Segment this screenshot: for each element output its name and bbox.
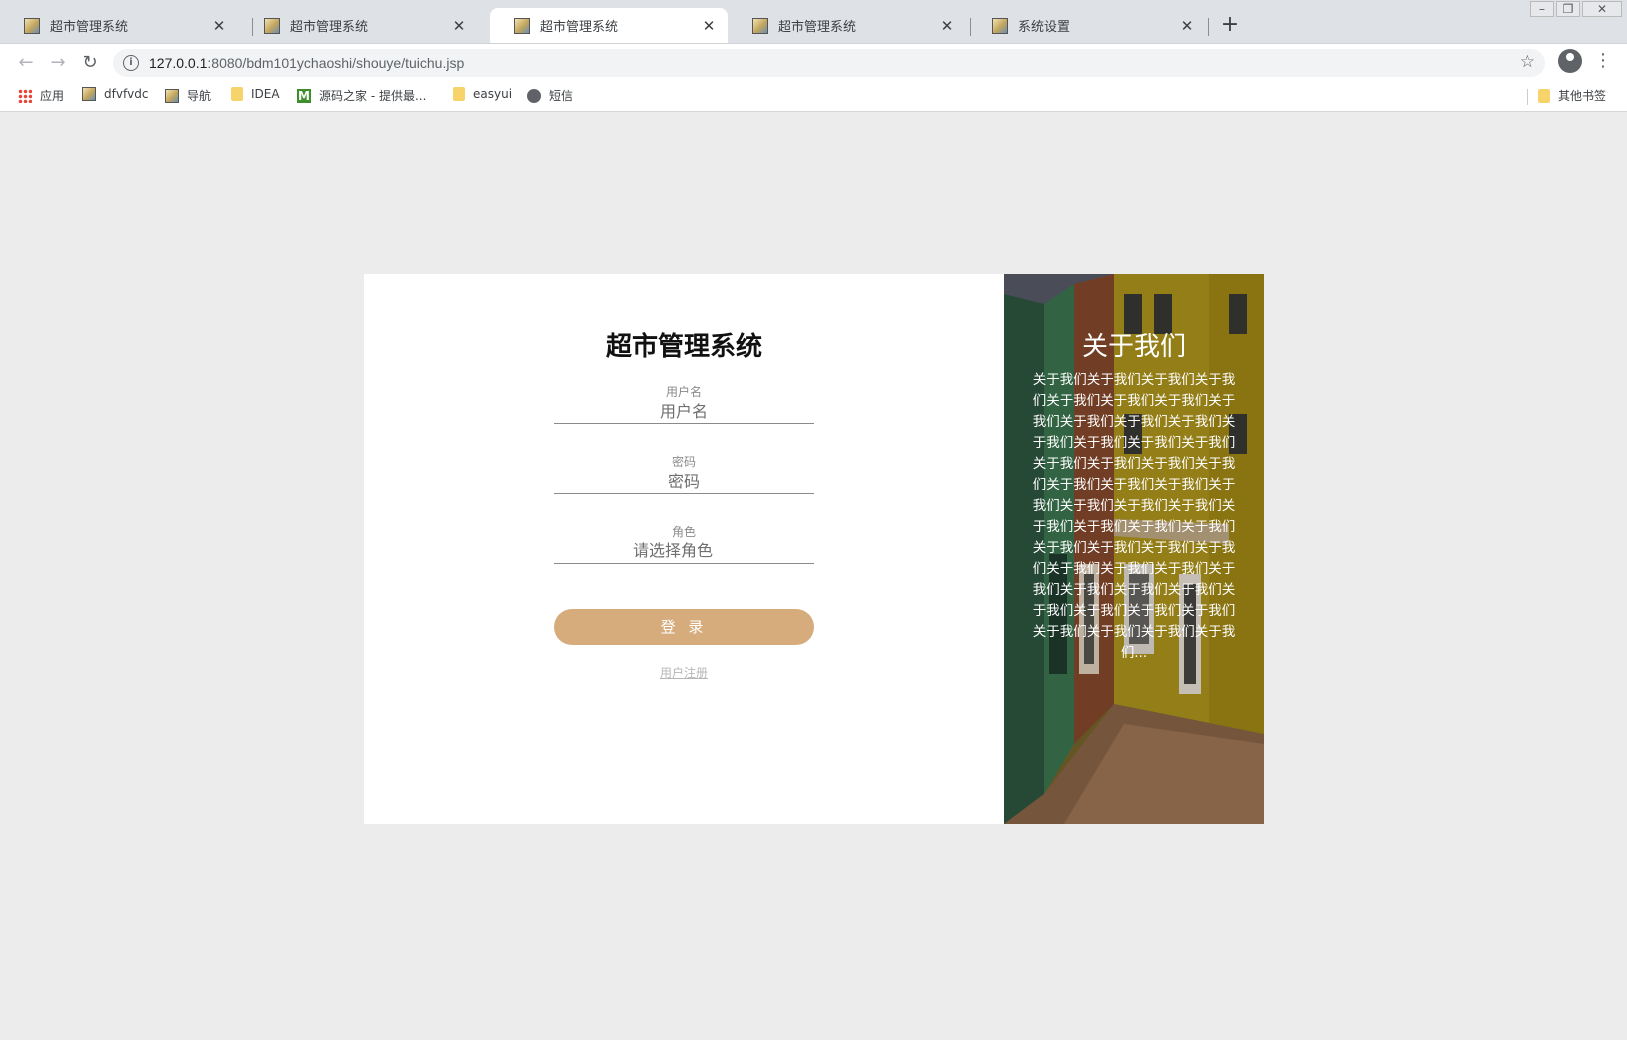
globe-icon — [527, 88, 541, 103]
bookmark-label: 应用 — [40, 89, 65, 103]
page-favicon-icon — [514, 17, 530, 34]
page-favicon-icon — [24, 17, 40, 34]
restore-icon[interactable]: ❐ — [1556, 1, 1580, 17]
role-label: 角色 — [671, 525, 696, 539]
bookmark-item[interactable]: M 源码之家 - 提供最... — [297, 87, 426, 104]
folder-icon — [453, 87, 465, 101]
bookmark-label: IDEA — [251, 87, 280, 101]
browser-tab-active[interactable]: 超市管理系统 ✕ — [490, 8, 728, 43]
folder-icon — [231, 87, 243, 101]
url-text[interactable]: 127.0.0.1:8080/bdm101ychaoshi/shouye/tui… — [149, 55, 464, 71]
close-icon[interactable]: ✕ — [698, 17, 720, 35]
tab-divider — [1208, 18, 1209, 36]
tab-title: 超市管理系统 — [778, 20, 857, 35]
page-favicon-icon — [752, 17, 768, 34]
address-bar[interactable]: i 127.0.0.1:8080/bdm101ychaoshi/shouye/t… — [113, 49, 1545, 77]
close-icon[interactable]: ✕ — [208, 17, 230, 35]
browser-tab[interactable]: 系统设置 ✕ — [968, 8, 1206, 43]
folder-icon — [1538, 88, 1550, 103]
bookmark-item[interactable]: 短信 — [527, 87, 573, 104]
image-icon — [82, 87, 96, 101]
password-field-group: 密码 — [554, 454, 814, 494]
username-label: 用户名 — [665, 385, 702, 399]
back-arrow-icon[interactable]: ← — [15, 52, 37, 74]
tab-title: 系统设置 — [1018, 20, 1071, 35]
bookmark-label: 源码之家 - 提供最... — [319, 89, 427, 103]
other-bookmarks[interactable]: 其他书签 — [1538, 87, 1606, 104]
bookmark-item[interactable]: 应用 — [18, 87, 64, 104]
browser-tab[interactable]: 超市管理系统 ✕ — [728, 8, 966, 43]
page-favicon-icon — [264, 17, 280, 34]
close-icon[interactable]: ✕ — [448, 17, 470, 35]
tab-title: 超市管理系统 — [290, 20, 369, 35]
other-bookmarks-label: 其他书签 — [1558, 89, 1607, 103]
role-select[interactable]: 请选择角色 — [554, 540, 814, 564]
browser-toolbar: ← → ↻ i 127.0.0.1:8080/bdm101ychaoshi/sh… — [0, 44, 1627, 81]
page-favicon-icon — [992, 17, 1008, 34]
apps-icon — [18, 88, 32, 103]
password-label: 密码 — [671, 455, 696, 469]
bookmark-item[interactable]: dfvfvdc — [82, 87, 148, 101]
bookmark-label: 导航 — [187, 89, 212, 103]
bookmark-item[interactable]: 导航 — [165, 87, 211, 104]
bookmark-label: easyui — [473, 87, 513, 101]
browser-tab[interactable]: 超市管理系统 ✕ — [0, 8, 238, 43]
browser-tab[interactable]: 超市管理系统 ✕ — [240, 8, 478, 43]
username-input[interactable] — [554, 400, 814, 424]
bookmarks-bar: 应用 dfvfvdc 导航 IDEA M 源码之家 - 提供最... easyu… — [0, 81, 1627, 112]
bookmark-divider — [1527, 89, 1528, 105]
forward-arrow-icon[interactable]: → — [47, 52, 69, 74]
bookmark-star-icon[interactable]: ☆ — [1520, 52, 1535, 72]
close-icon[interactable]: ✕ — [1176, 17, 1198, 35]
url-path: :8080/bdm101ychaoshi/shouye/tuichu.jsp — [207, 55, 465, 71]
bookmark-item[interactable]: IDEA — [231, 87, 280, 101]
login-panel: 超市管理系统 用户名 密码 角色 请选择角色 登 录 用户注册 — [364, 274, 1004, 824]
site-info-icon[interactable]: i — [123, 55, 139, 71]
page-title: 超市管理系统 — [605, 332, 762, 362]
new-tab-button[interactable]: + — [1218, 10, 1242, 40]
about-description: 关于我们关于我们关于我们关于我们关于我们关于我们关于我们关于我们关于我们关于我们… — [1032, 372, 1236, 661]
m-icon: M — [297, 88, 311, 103]
tab-title: 超市管理系统 — [50, 20, 129, 35]
more-menu-icon[interactable]: ⋮ — [1594, 50, 1612, 74]
login-button[interactable]: 登 录 — [554, 609, 814, 645]
image-icon — [165, 88, 179, 103]
about-panel: 关于我们 关于我们关于我们关于我们关于我们关于我们关于我们关于我们关于我们关于我… — [1004, 274, 1264, 824]
password-input[interactable] — [554, 470, 814, 494]
bookmark-label: dfvfvdc — [104, 87, 149, 101]
register-link[interactable]: 用户注册 — [364, 664, 1004, 681]
url-host: 127.0.0.1 — [149, 55, 208, 71]
close-icon[interactable]: ✕ — [936, 17, 958, 35]
bookmark-item[interactable]: easyui — [453, 87, 512, 101]
username-field-group: 用户名 — [554, 384, 814, 424]
tab-title: 超市管理系统 — [540, 20, 619, 35]
about-title: 关于我们 — [1081, 332, 1186, 362]
reload-icon[interactable]: ↻ — [79, 52, 101, 74]
browser-tab-strip: 超市管理系统 ✕ 超市管理系统 ✕ 超市管理系统 ✕ 超市管理系统 ✕ 系统设置… — [0, 0, 1627, 44]
minimize-icon[interactable]: – — [1530, 1, 1554, 17]
bookmark-label: 短信 — [549, 89, 574, 103]
profile-avatar-icon[interactable] — [1558, 49, 1582, 73]
window-close-icon[interactable]: ✕ — [1582, 1, 1622, 17]
role-field-group: 角色 请选择角色 — [554, 524, 814, 564]
